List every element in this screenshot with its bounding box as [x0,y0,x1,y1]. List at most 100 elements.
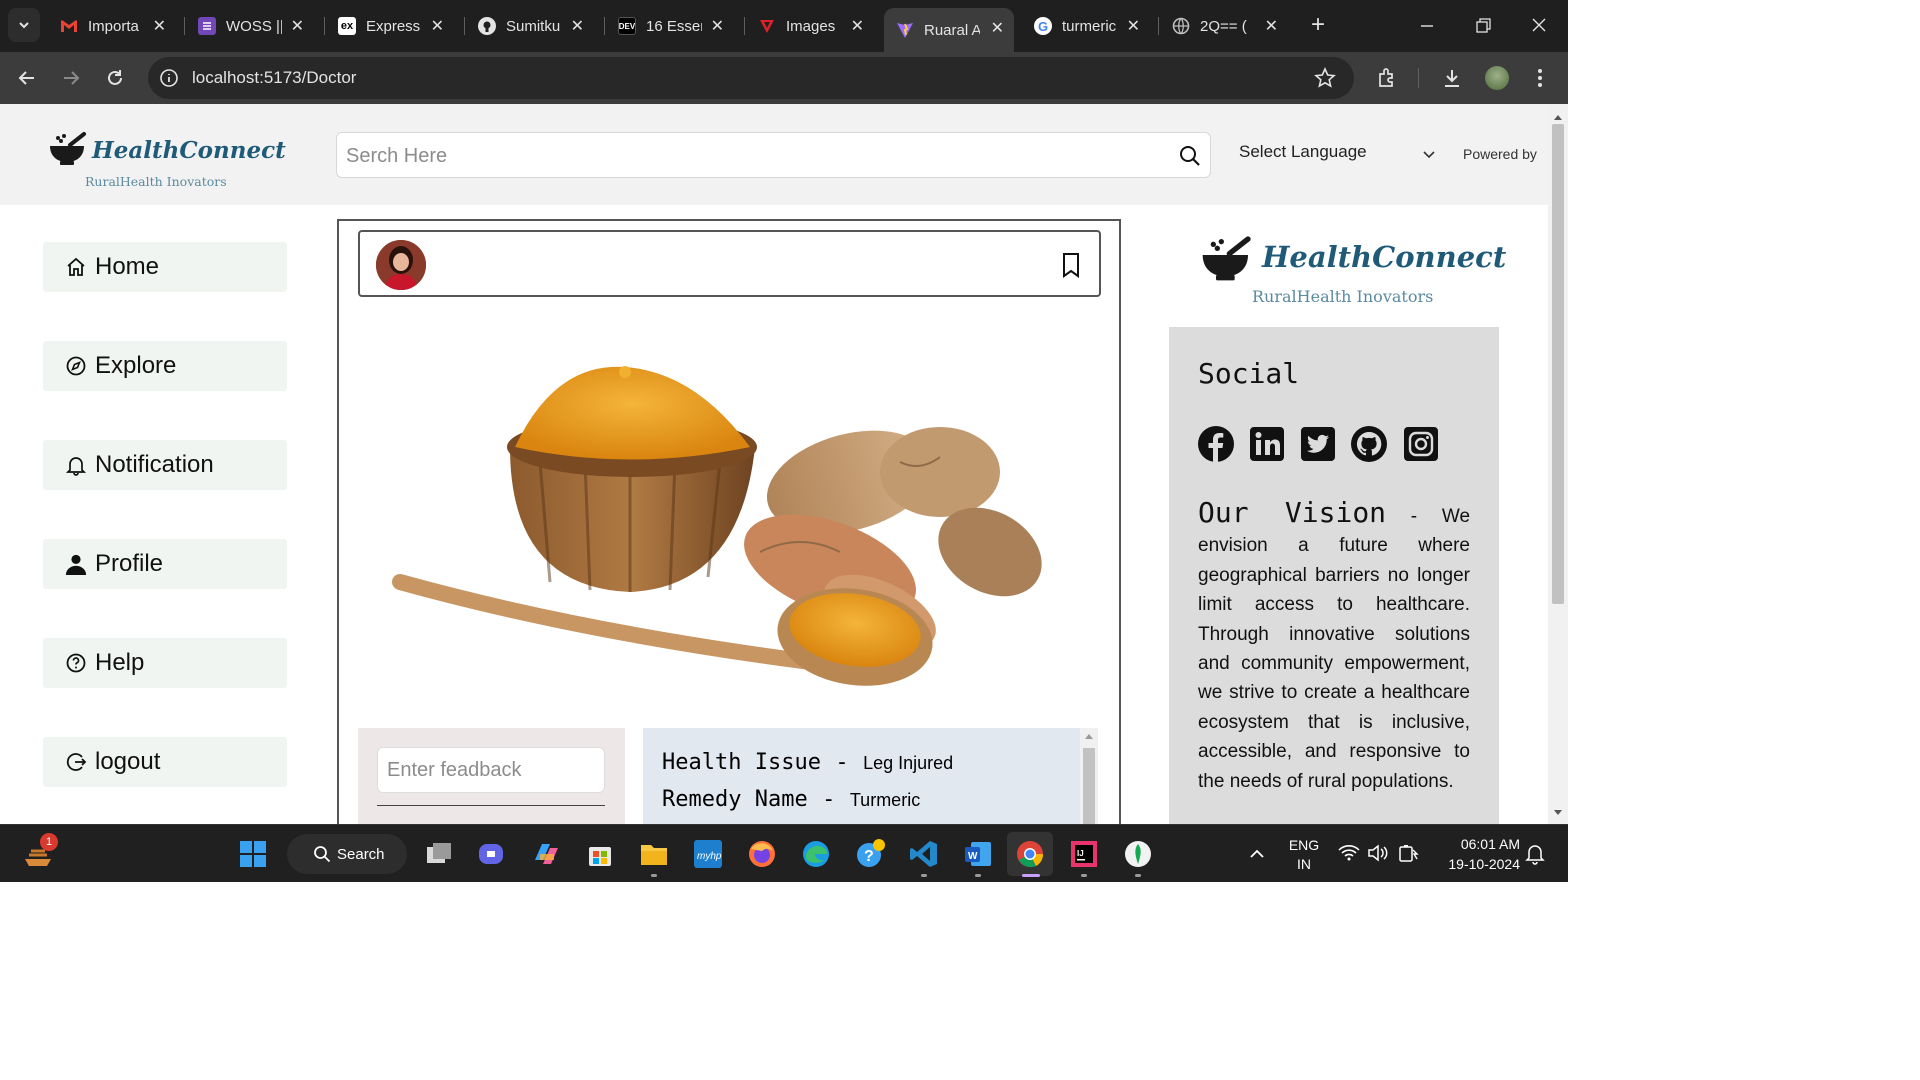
task-view-icon[interactable] [421,836,457,872]
edge-icon[interactable] [798,836,834,872]
browser-tab[interactable]: Sumitku ✕ [466,8,594,44]
search-input[interactable] [346,145,1146,168]
sidebar-item-logout[interactable]: logout [43,737,287,787]
vscode-icon[interactable] [906,836,942,872]
close-icon[interactable]: ✕ [153,16,166,36]
browser-tab[interactable]: Images ✕ [746,8,874,44]
info-scrollbar[interactable] [1080,728,1098,825]
google-icon: G [1034,17,1052,35]
remedy-info-panel: Health Issue - Leg Injured Remedy Name -… [643,728,1098,825]
browser-tab[interactable]: Importa ✕ [48,8,176,44]
tab-title: Images [786,17,836,35]
wifi-icon[interactable] [1338,844,1360,862]
chrome-icon[interactable] [1012,836,1048,872]
language-select[interactable]: Select Language [1239,142,1439,170]
url-text[interactable]: localhost:5173/Doctor [192,68,356,88]
firefox-icon[interactable] [744,836,780,872]
divider [377,805,605,806]
sidebar-item-help[interactable]: Help [43,638,287,688]
page-scrollbar[interactable] [1548,104,1568,824]
tab-title: turmeric [1062,17,1117,35]
battery-icon[interactable] [1397,842,1421,864]
right-brand-logo[interactable]: HealthConnect RuralHealth Inovators [1200,232,1506,312]
close-icon[interactable]: ✕ [991,18,1004,38]
sidebar-item-notification[interactable]: Notification [43,440,287,490]
help-app-icon[interactable]: ? [852,836,888,872]
help-icon [65,652,87,674]
browser-toolbar: localhost:5173/Doctor [0,52,1568,104]
close-icon[interactable]: ✕ [1127,16,1140,36]
address-bar[interactable]: localhost:5173/Doctor [148,57,1354,99]
feedback-input[interactable] [377,747,605,793]
teams-icon[interactable] [474,836,510,872]
mongodb-compass-icon[interactable] [1120,836,1156,872]
new-tab-button[interactable]: + [1304,12,1332,40]
close-window-button[interactable] [1524,14,1554,38]
search-icon [314,846,331,863]
close-icon[interactable]: ✕ [291,16,304,36]
scroll-up-icon[interactable] [1552,112,1564,122]
sidebar-item-profile[interactable]: Profile [43,539,287,589]
browser-tab[interactable]: G turmeric ✕ [1022,8,1150,44]
scroll-up-icon[interactable] [1080,728,1098,744]
sidebar-item-explore[interactable]: Explore [43,341,287,391]
myhp-icon[interactable]: myhp [690,836,726,872]
bookmark-icon[interactable] [1060,252,1082,278]
tab-search-button[interactable] [8,8,40,42]
search-icon[interactable] [1179,145,1201,167]
browser-tab[interactable]: ex Express ✕ [326,8,454,44]
search-box[interactable] [336,132,1211,178]
volume-icon[interactable] [1367,844,1389,862]
intellij-icon[interactable]: IJ [1066,836,1102,872]
brand-tagline: RuralHealth Inovators [85,174,227,189]
reload-icon[interactable] [104,67,126,89]
close-icon[interactable]: ✕ [571,16,584,36]
github-icon[interactable] [1351,426,1387,462]
scroll-down-icon[interactable] [1552,808,1564,818]
language-select-label: Select Language [1239,142,1367,161]
brand-logo[interactable]: HealthConnect RuralHealth Inovators [48,130,286,190]
site-info-icon[interactable] [159,68,179,88]
browser-tab[interactable]: WOSS || ✕ [186,8,314,44]
chevron-down-icon [1423,151,1435,159]
notification-bell-icon[interactable] [1525,843,1545,865]
scroll-thumb[interactable] [1552,124,1564,604]
extensions-icon[interactable] [1376,66,1400,90]
clock[interactable]: 06:01 AM 19-10-2024 [1434,834,1520,874]
close-icon[interactable]: ✕ [431,16,444,36]
remedy-name-row: Remedy Name - Turmeric [662,787,920,812]
copilot-icon[interactable] [528,836,564,872]
lang-code: ENG [1288,837,1320,853]
menu-kebab-icon[interactable] [1530,66,1550,90]
taskbar-search[interactable]: Search [287,834,407,874]
word-icon[interactable]: W [960,836,996,872]
author-avatar[interactable] [376,240,426,290]
download-icon[interactable] [1440,66,1464,90]
sidebar-item-home[interactable]: Home [43,242,287,292]
chevron-up-icon[interactable] [1248,845,1266,863]
instagram-icon[interactable] [1403,426,1439,462]
file-explorer-icon[interactable] [636,836,672,872]
facebook-icon[interactable] [1198,426,1234,462]
forward-icon[interactable] [60,67,82,89]
browser-tab[interactable]: DEV 16 Esser ✕ [606,8,734,44]
back-icon[interactable] [16,67,38,89]
twitter-icon[interactable] [1300,426,1336,462]
minimize-button[interactable] [1412,16,1442,36]
browser-tab[interactable]: 2Q== ( ✕ [1160,8,1288,44]
start-button[interactable] [235,836,271,872]
weather-widget[interactable]: 1 [20,833,58,872]
close-icon[interactable]: ✕ [851,16,864,36]
close-icon[interactable]: ✕ [711,16,724,36]
store-icon[interactable] [582,836,618,872]
input-language[interactable]: ENG IN [1284,836,1324,874]
windows-icon [240,841,266,867]
restore-button[interactable] [1468,14,1498,38]
browser-tab-active[interactable]: Ruaral A ✕ [884,8,1014,52]
home-icon [65,256,87,278]
close-icon[interactable]: ✕ [1265,16,1278,36]
linkedin-icon[interactable] [1249,426,1285,462]
vision-text: - We envision a future where geographica… [1198,506,1471,792]
profile-avatar[interactable] [1485,66,1509,90]
star-icon[interactable] [1314,67,1336,89]
